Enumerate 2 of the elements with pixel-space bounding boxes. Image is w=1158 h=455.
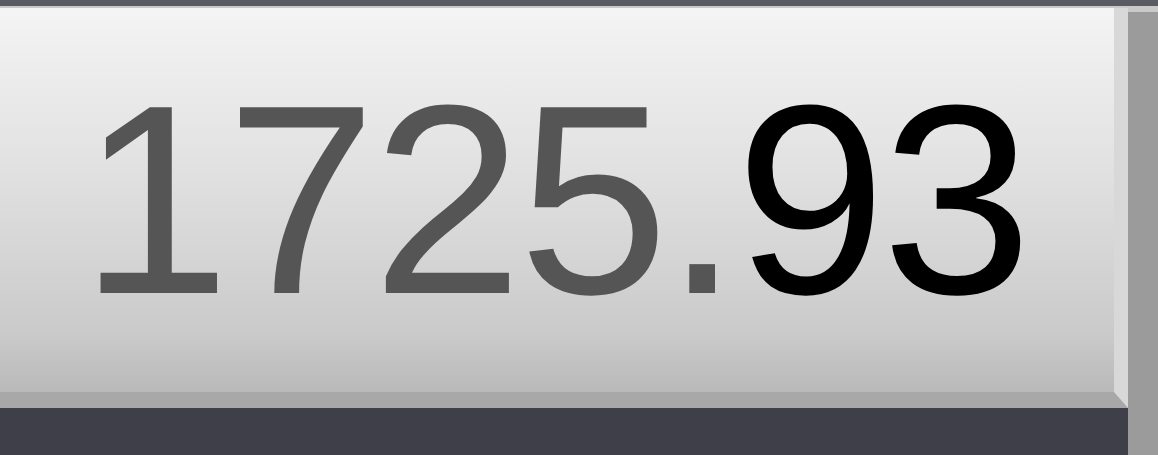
display-digits: 93 — [735, 49, 1028, 350]
display-digits: 1725. — [80, 49, 736, 350]
